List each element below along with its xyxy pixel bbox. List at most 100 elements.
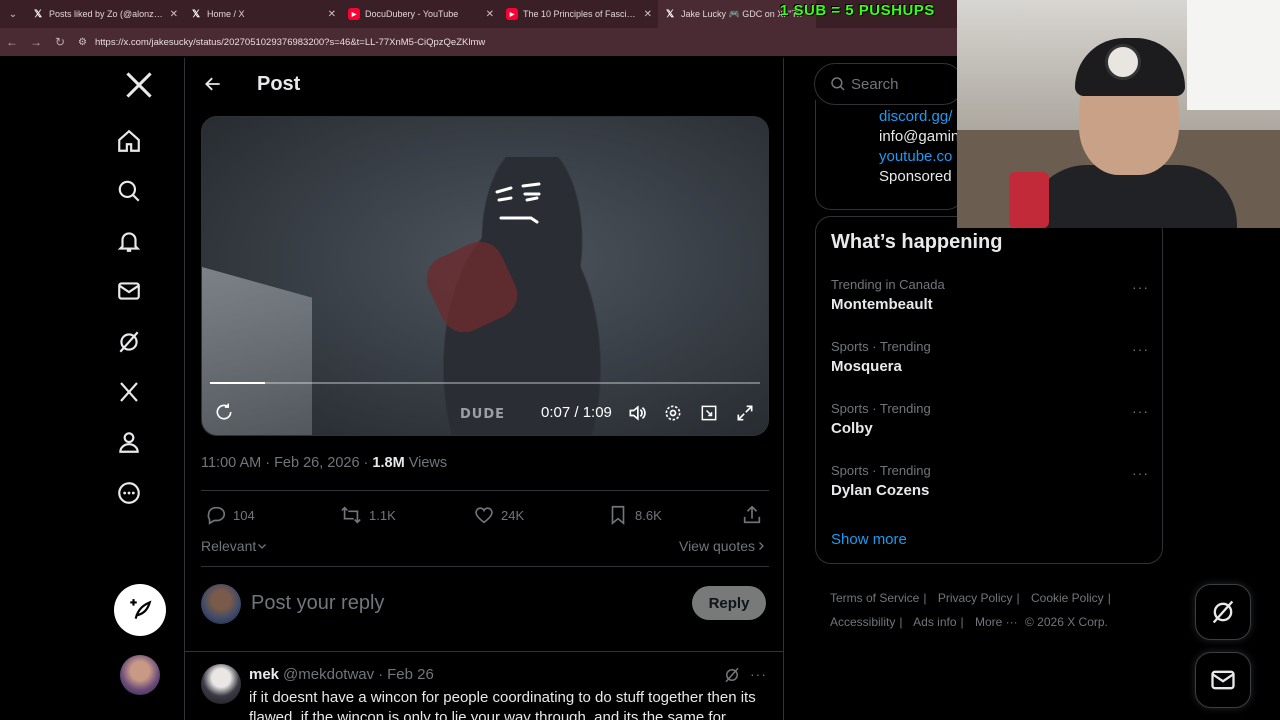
forward-arrow-icon[interactable]: →: [24, 28, 48, 56]
repost-action[interactable]: 1.1K: [339, 502, 396, 528]
like-action[interactable]: 24K: [473, 502, 524, 528]
author-name[interactable]: mek: [249, 666, 279, 683]
volume-icon[interactable]: [626, 402, 648, 424]
reply-date[interactable]: Feb 26: [387, 666, 434, 683]
messages-fab-button[interactable]: [1195, 652, 1251, 708]
reply-button[interactable]: Reply: [692, 586, 766, 620]
promo-link[interactable]: youtube.co: [879, 148, 952, 165]
more-circle-icon[interactable]: [114, 478, 144, 508]
explore-search-icon[interactable]: [114, 176, 144, 206]
cookie-link[interactable]: Cookie Policy: [1031, 591, 1104, 605]
trend-item[interactable]: Trending in Canada Montembeault ···: [831, 277, 1149, 327]
trend-title: Colby: [831, 420, 873, 437]
promo-link[interactable]: discord.gg/: [879, 108, 952, 125]
view-quotes-label: View quotes: [678, 538, 755, 554]
messages-mail-icon[interactable]: [114, 276, 144, 306]
back-arrow-icon[interactable]: ←: [0, 28, 24, 56]
more-options-icon[interactable]: ···: [1132, 403, 1149, 419]
chevron-down-icon: [258, 544, 267, 549]
share-icon: [743, 505, 761, 524]
tab-title: Posts liked by Zo (@alonzonem: [49, 9, 164, 19]
trend-title: Dylan Cozens: [831, 482, 930, 499]
reply-bubble-icon: [207, 506, 226, 525]
profile-icon[interactable]: [114, 427, 144, 457]
webcam-cap-badge: [1105, 44, 1141, 80]
replay-icon[interactable]: [214, 402, 236, 424]
video-player[interactable]: DUDE 0:07 / 1:09: [201, 116, 769, 436]
browser-tab[interactable]: 𝕏 Home / X ✕: [184, 0, 342, 28]
video-time: 0:07 / 1:09: [541, 404, 612, 421]
reply-sort-dropdown[interactable]: Relevant: [201, 538, 268, 554]
view-quotes-link[interactable]: View quotes: [679, 538, 767, 554]
trend-item[interactable]: Sports · Trending Dylan Cozens ···: [831, 463, 1149, 513]
more-options-icon[interactable]: ···: [1132, 279, 1149, 295]
trend-title: Mosquera: [831, 358, 902, 375]
author-handle[interactable]: @mekdotwav: [283, 666, 374, 683]
divider: [201, 566, 769, 567]
compose-post-button[interactable]: [114, 584, 166, 636]
grok-icon[interactable]: [723, 666, 741, 684]
terms-link[interactable]: Terms of Service: [830, 591, 919, 605]
more-options-icon[interactable]: ···: [1132, 465, 1149, 481]
post-timestamp[interactable]: 11:00 AM · Feb 26, 2026 ·: [201, 455, 372, 471]
more-options-icon[interactable]: ···: [750, 666, 767, 682]
home-icon[interactable]: [114, 126, 144, 156]
avatar[interactable]: [201, 664, 241, 704]
left-navigation: [0, 58, 184, 720]
close-icon[interactable]: ✕: [170, 9, 178, 20]
account-avatar[interactable]: [120, 655, 160, 695]
reply-composer: Post your reply Reply: [185, 568, 783, 652]
browser-tab[interactable]: ▶ The 10 Principles of Fascism U ✕: [500, 0, 658, 28]
reply-sort-label: Relevant: [201, 538, 257, 554]
x-logo-icon[interactable]: [124, 70, 154, 100]
close-icon[interactable]: ✕: [644, 9, 652, 20]
fullscreen-icon[interactable]: [734, 402, 756, 424]
video-watermark: DUDE: [460, 407, 506, 422]
notifications-bell-icon[interactable]: [114, 226, 144, 256]
separator: |: [1016, 591, 1020, 605]
share-action[interactable]: [741, 502, 769, 528]
accessibility-link[interactable]: Accessibility: [830, 615, 895, 629]
trend-item[interactable]: Sports · Trending Mosquera ···: [831, 339, 1149, 389]
browser-tab[interactable]: 𝕏 Posts liked by Zo (@alonzonem ✕: [26, 0, 184, 28]
tab-list-icon[interactable]: ⌄: [0, 0, 26, 28]
video-progress-bar[interactable]: [210, 382, 760, 384]
grok-icon[interactable]: [114, 327, 144, 357]
tab-title: DocuDubery - YouTube: [365, 9, 459, 19]
browser-tab[interactable]: ▶ DocuDubery - YouTube ✕: [342, 0, 500, 28]
main-column: Post DUDE 0:07 / 1:09 11:00 AM · Feb 26,…: [184, 58, 784, 720]
copyright: © 2026 X Corp.: [1025, 615, 1108, 629]
search-placeholder: Search: [851, 75, 899, 93]
close-icon[interactable]: ✕: [486, 9, 494, 20]
separator: |: [899, 615, 903, 629]
video-frame-face: [495, 182, 541, 224]
site-info-icon[interactable]: ⚙: [78, 37, 87, 48]
picture-in-picture-icon[interactable]: [698, 402, 720, 424]
webcam-microphone: [1009, 172, 1049, 228]
heart-icon: [475, 507, 493, 524]
more-options-icon[interactable]: ···: [1132, 341, 1149, 357]
close-icon[interactable]: ✕: [328, 9, 336, 20]
x-icon: 𝕏: [665, 8, 675, 20]
settings-gear-icon[interactable]: [662, 402, 684, 424]
reload-icon[interactable]: ↻: [48, 28, 72, 56]
like-count: 24K: [501, 507, 525, 523]
privacy-link[interactable]: Privacy Policy: [938, 591, 1013, 605]
repost-count: 1.1K: [369, 507, 396, 523]
reply-action[interactable]: 104: [205, 502, 255, 528]
search-input[interactable]: Search: [814, 63, 964, 105]
bookmark-action[interactable]: 8.6K: [607, 502, 662, 528]
reply-input[interactable]: Post your reply: [251, 592, 384, 615]
reply-post[interactable]: mek @mekdotwav · Feb 26 ··· if it doesnt…: [185, 652, 783, 720]
ads-info-link[interactable]: Ads info: [913, 615, 956, 629]
url-field[interactable]: ⚙ https://x.com/jakesucky/status/2027051…: [78, 37, 485, 48]
trend-item[interactable]: Sports · Trending Colby ···: [831, 401, 1149, 451]
trend-context: Trending in Canada: [831, 277, 945, 292]
whats-happening-panel: What’s happening Trending in Canada Mont…: [815, 216, 1163, 564]
x-premium-icon[interactable]: [114, 377, 144, 407]
show-more-link[interactable]: Show more: [831, 531, 907, 548]
more-link[interactable]: More ···: [975, 615, 1018, 629]
grok-fab-button[interactable]: [1195, 584, 1251, 640]
feather-plus-icon: [130, 599, 152, 619]
back-arrow-icon[interactable]: [201, 72, 225, 96]
